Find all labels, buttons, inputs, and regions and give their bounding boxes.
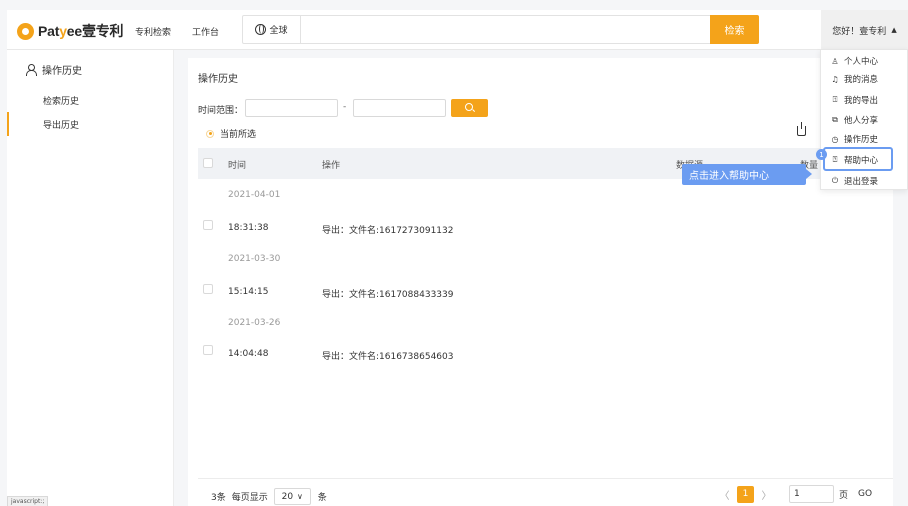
caret-up-icon: ▲ — [891, 26, 897, 34]
nav-patent-search[interactable]: 专利检索 — [135, 25, 171, 38]
logout-icon: ⏻ — [831, 176, 839, 185]
menu-item-label: 他人分享 — [844, 116, 879, 126]
menu-item-label: 个人中心 — [844, 57, 879, 67]
row-time: 18:31:38 — [228, 223, 269, 233]
guide-step-badge: 1 — [816, 149, 827, 160]
search-input[interactable] — [301, 16, 715, 43]
clock-icon: ◷ — [831, 134, 839, 144]
menu-item-label: 我的消息 — [844, 75, 879, 85]
row-time: 15:14:15 — [228, 287, 269, 297]
pagination: 〈 1 〉 1 页 GO — [716, 485, 872, 503]
row-operation: 导出：文件名:1616738654603 — [322, 352, 454, 362]
menu-item-messages[interactable]: ♫ 我的消息 — [830, 72, 878, 86]
sidebar-title: 操作历史 — [25, 62, 82, 77]
sidebar-item-label: 导出历史 — [43, 120, 80, 131]
column-header-operation: 操作 — [322, 161, 341, 171]
current-selection-radio[interactable]: 当前所选 — [206, 127, 256, 140]
group-date: 2021-04-01 — [228, 190, 281, 200]
sidebar-title-label: 操作历史 — [42, 66, 82, 77]
menu-item-logout[interactable]: ⏻ 退出登录 — [830, 174, 878, 188]
sidebar: 操作历史 检索历史 导出历史 — [7, 50, 174, 506]
page-title: 操作历史 — [198, 74, 238, 85]
next-page-button[interactable]: 〉 — [758, 486, 775, 503]
row-checkbox[interactable] — [203, 284, 213, 294]
row-time: 14:04:48 — [228, 349, 269, 359]
menu-item-history[interactable]: ◷ 操作历史 — [830, 132, 879, 146]
page-size-select[interactable]: 20 ∨ — [273, 488, 311, 505]
row-operation: 导出：文件名:1617273091132 — [322, 226, 454, 236]
guide-tooltip: 点击进入帮助中心 — [682, 164, 812, 185]
select-all-checkbox[interactable] — [203, 158, 213, 168]
page-size-control: 3条 每页显示 20 ∨ 条 — [211, 488, 327, 505]
main-panel: 操作历史 时间范围： - 当前所选 时间 操作 数据源 数量 2021-04-0… — [188, 58, 893, 506]
row-operation: 导出：文件名:1617088433339 — [322, 290, 454, 300]
start-date-input[interactable] — [245, 99, 338, 117]
person-icon: ♙ — [831, 56, 839, 66]
query-button[interactable] — [451, 99, 488, 117]
search-scope-label: 全球 — [269, 26, 288, 36]
prev-page-button[interactable]: 〈 — [716, 486, 733, 503]
chevron-down-icon: ∨ — [297, 492, 303, 501]
radio-selected-icon — [206, 129, 214, 138]
search-bar: 全球 检索 — [242, 15, 759, 44]
page-unit-label: 页 — [839, 490, 849, 501]
current-page[interactable]: 1 — [737, 485, 754, 503]
page-jump-input[interactable]: 1 — [789, 485, 834, 503]
search-button[interactable]: 检索 — [710, 15, 759, 44]
menu-item-label: 我的导出 — [844, 96, 879, 106]
total-count: 3条 — [211, 493, 226, 503]
range-separator: - — [343, 102, 347, 112]
go-button[interactable]: GO — [858, 489, 872, 499]
per-page-label: 每页显示 — [231, 493, 268, 503]
sidebar-item-search-history[interactable]: 检索历史 — [7, 88, 174, 112]
globe-icon — [255, 24, 267, 35]
export-icon: ⍐ — [832, 95, 838, 104]
logo-text: Patyee壹专利 — [38, 23, 124, 39]
user-menu-trigger[interactable]: 您好！壹专利 ▲ — [821, 10, 908, 50]
per-page-unit: 条 — [317, 493, 327, 503]
nav-workbench[interactable]: 工作台 — [192, 25, 219, 38]
menu-item-label: 操作历史 — [844, 135, 879, 145]
user-greeting: 您好！壹专利 — [832, 26, 887, 37]
sidebar-item-label: 检索历史 — [43, 96, 80, 107]
export-icon[interactable] — [797, 122, 806, 136]
footer-divider — [198, 478, 893, 479]
end-date-input[interactable] — [353, 99, 446, 117]
column-header-time: 时间 — [228, 161, 247, 171]
person-icon — [25, 64, 37, 76]
row-checkbox[interactable] — [203, 220, 213, 230]
page-size-value: 20 — [281, 491, 294, 502]
group-date: 2021-03-30 — [228, 254, 281, 264]
menu-item-shared[interactable]: ⧉ 他人分享 — [830, 113, 878, 127]
share-icon: ⧉ — [832, 115, 838, 124]
menu-item-profile[interactable]: ♙ 个人中心 — [830, 54, 878, 68]
patyee-logo[interactable]: Patyee壹专利 — [17, 21, 124, 41]
search-icon — [465, 103, 473, 111]
time-range-label: 时间范围： — [198, 106, 244, 116]
browser-status-bar: javascript:; — [7, 496, 49, 506]
search-scope-selector[interactable]: 全球 — [243, 16, 301, 43]
radio-label: 当前所选 — [220, 130, 257, 140]
sidebar-item-export-history[interactable]: 导出历史 — [7, 112, 174, 136]
group-date: 2021-03-26 — [228, 318, 281, 328]
guide-highlight-help-center[interactable] — [823, 147, 893, 171]
logo-mark-icon — [17, 22, 34, 40]
bell-icon: ♫ — [831, 74, 839, 84]
top-header: Patyee壹专利 专利检索 工作台 全球 检索 您好！壹专利 ▲ — [7, 10, 908, 50]
row-checkbox[interactable] — [203, 345, 213, 355]
menu-item-my-exports[interactable]: ⍐ 我的导出 — [830, 93, 878, 107]
menu-item-label: 退出登录 — [844, 177, 879, 187]
